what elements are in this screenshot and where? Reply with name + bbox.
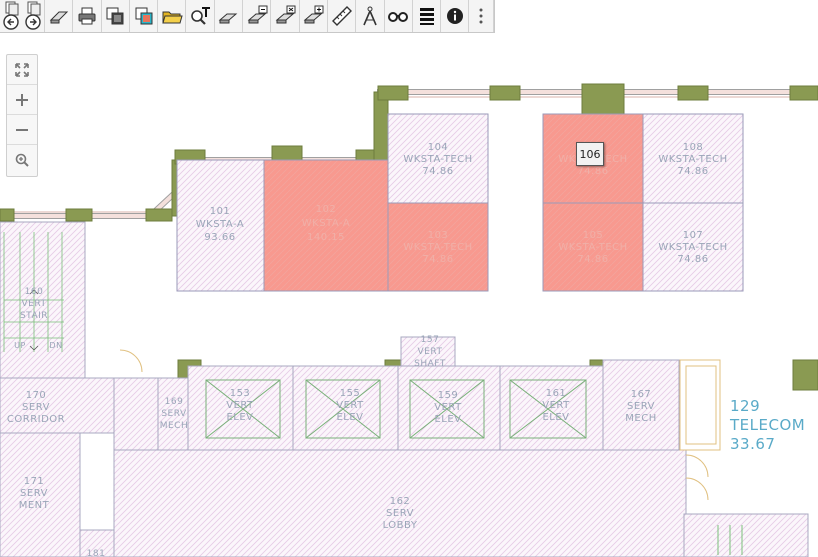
- find-text-icon: [191, 7, 211, 25]
- list-icon: [419, 8, 434, 25]
- find-text-button[interactable]: [186, 0, 215, 32]
- expand-icon: [15, 62, 29, 77]
- compass-icon: [363, 6, 377, 26]
- layer-toggle-button[interactable]: [271, 0, 300, 32]
- svg-text:161VERTELEV: 161 VERT ELEV: [542, 388, 570, 423]
- svg-text:155VERTELEV: 155 VERT ELEV: [336, 388, 364, 423]
- overlap-windows-icon: [106, 7, 124, 25]
- svg-text:DN: DN: [49, 341, 62, 350]
- binoculars-button[interactable]: [385, 0, 413, 32]
- svg-text:159VERTELEV: 159 VERT ELEV: [434, 390, 462, 425]
- svg-text:UP: UP: [14, 341, 26, 350]
- info-icon: [446, 8, 463, 24]
- history-buttons: [0, 0, 45, 32]
- minus-icon: [16, 128, 28, 131]
- compass-button[interactable]: [356, 0, 385, 32]
- measure-button[interactable]: [328, 0, 357, 32]
- layer-plus-icon: [303, 5, 324, 24]
- svg-text:129TELECOM33.67: 129 TELECOM 33.67: [729, 397, 805, 453]
- more-vertical-icon: [479, 8, 483, 24]
- ruler-icon: [331, 6, 352, 26]
- layer-minus-icon: [247, 5, 268, 24]
- zoom-controls: [6, 54, 38, 177]
- binoculars-icon: [388, 12, 409, 22]
- fit-button[interactable]: [7, 55, 37, 85]
- svg-text:181: 181: [87, 549, 106, 557]
- folder-icon: [162, 11, 183, 24]
- magnifier-plus-icon: [15, 153, 29, 167]
- zoom-in-button[interactable]: [7, 85, 37, 115]
- back-arrow-icon[interactable]: [0, 1, 44, 31]
- layer-toggle-icon: [275, 5, 296, 24]
- zoom-out-button[interactable]: [7, 115, 37, 145]
- select-window-button[interactable]: [102, 0, 130, 32]
- eraser-icon: [49, 11, 68, 24]
- svg-text:153VERTELEV: 153 VERT ELEV: [226, 388, 254, 423]
- color-windows-icon: [135, 7, 153, 25]
- toolbar: [0, 0, 495, 33]
- open-button[interactable]: [158, 0, 187, 32]
- layer-button[interactable]: [215, 0, 244, 32]
- select-color-button[interactable]: [130, 0, 159, 32]
- more-button[interactable]: [469, 0, 494, 32]
- erase-button[interactable]: [45, 0, 74, 32]
- room-tooltip: 106: [576, 142, 604, 166]
- printer-icon: [78, 7, 96, 25]
- plus-icon: [16, 93, 28, 106]
- layers-list-button[interactable]: [413, 0, 442, 32]
- office-rooms: [176, 113, 744, 292]
- floor-plan[interactable]: 101 WKSTA-A 93.66 102 WKSTA-A 140.15 104 WKST…: [0, 32, 818, 557]
- layer-plus-button[interactable]: [300, 0, 328, 32]
- layer-minus-button[interactable]: [243, 0, 272, 32]
- info-button[interactable]: [441, 0, 470, 32]
- layer-icon: [219, 13, 238, 24]
- print-button[interactable]: [73, 0, 102, 32]
- zoom-window-button[interactable]: [7, 145, 37, 175]
